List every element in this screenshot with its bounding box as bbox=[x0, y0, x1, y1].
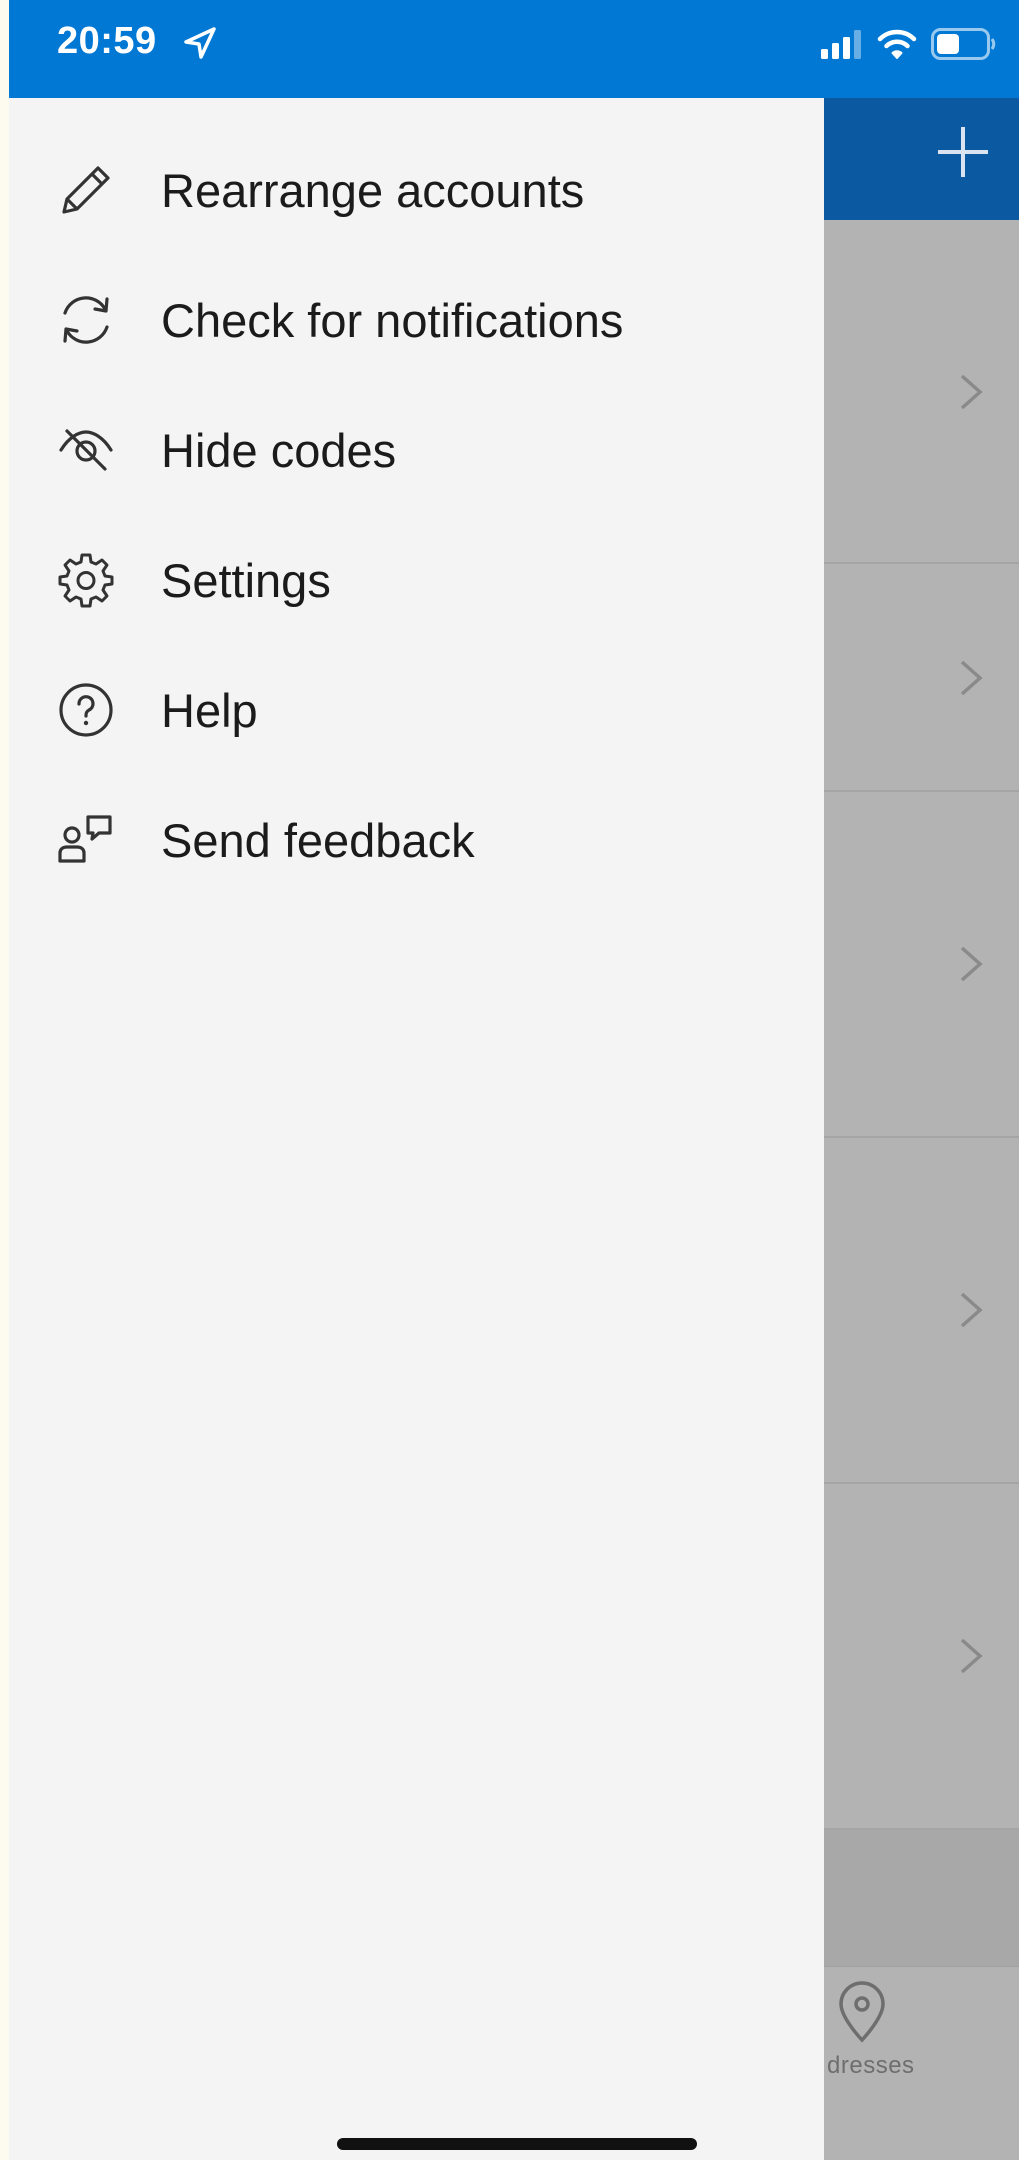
menu-item-label: Send feedback bbox=[161, 813, 475, 867]
location-arrow-icon bbox=[184, 27, 216, 59]
menu-item-send-feedback[interactable]: Send feedback bbox=[9, 790, 824, 890]
tab-addresses-label[interactable]: dresses bbox=[827, 2052, 915, 2080]
menu-item-label: Check for notifications bbox=[161, 293, 624, 347]
chevron-right-icon bbox=[960, 1638, 983, 1674]
status-time: 20:59 bbox=[57, 20, 157, 62]
menu-item-label: Help bbox=[161, 683, 258, 737]
eye-off-icon bbox=[55, 419, 117, 481]
status-bar: 20:59 bbox=[9, 0, 1019, 98]
help-circle-icon bbox=[55, 679, 117, 741]
menu-item-label: Settings bbox=[161, 553, 331, 607]
gear-icon bbox=[55, 549, 117, 611]
menu-item-label: Rearrange accounts bbox=[161, 163, 585, 217]
battery-icon bbox=[931, 28, 996, 60]
location-pin-icon[interactable] bbox=[833, 1980, 891, 2044]
menu-item-settings[interactable]: Settings bbox=[9, 530, 824, 630]
menu-item-label: Hide codes bbox=[161, 423, 397, 477]
menu-item-rearrange-accounts[interactable]: Rearrange accounts bbox=[9, 140, 824, 240]
feedback-icon bbox=[55, 809, 117, 871]
status-icons bbox=[821, 22, 997, 66]
app-screen: dresses 20:59 Rearrange accounts Check f… bbox=[9, 0, 1019, 2160]
add-account-button[interactable] bbox=[935, 124, 991, 180]
menu-item-hide-codes[interactable]: Hide codes bbox=[9, 400, 824, 500]
chevron-right-icon bbox=[960, 374, 983, 410]
wifi-icon bbox=[877, 29, 917, 59]
plus-icon bbox=[938, 127, 988, 177]
chevron-right-icon bbox=[960, 1292, 983, 1328]
menu-item-help[interactable]: Help bbox=[9, 660, 824, 760]
pencil-icon bbox=[55, 159, 117, 221]
cellular-signal-icon bbox=[821, 30, 861, 59]
navigation-drawer: Rearrange accounts Check for notificatio… bbox=[9, 98, 824, 2160]
home-indicator[interactable] bbox=[337, 2138, 697, 2150]
chevron-right-icon bbox=[960, 946, 983, 982]
refresh-icon bbox=[55, 289, 117, 351]
chevron-right-icon bbox=[960, 660, 983, 696]
menu-item-check-for-notifications[interactable]: Check for notifications bbox=[9, 270, 824, 370]
